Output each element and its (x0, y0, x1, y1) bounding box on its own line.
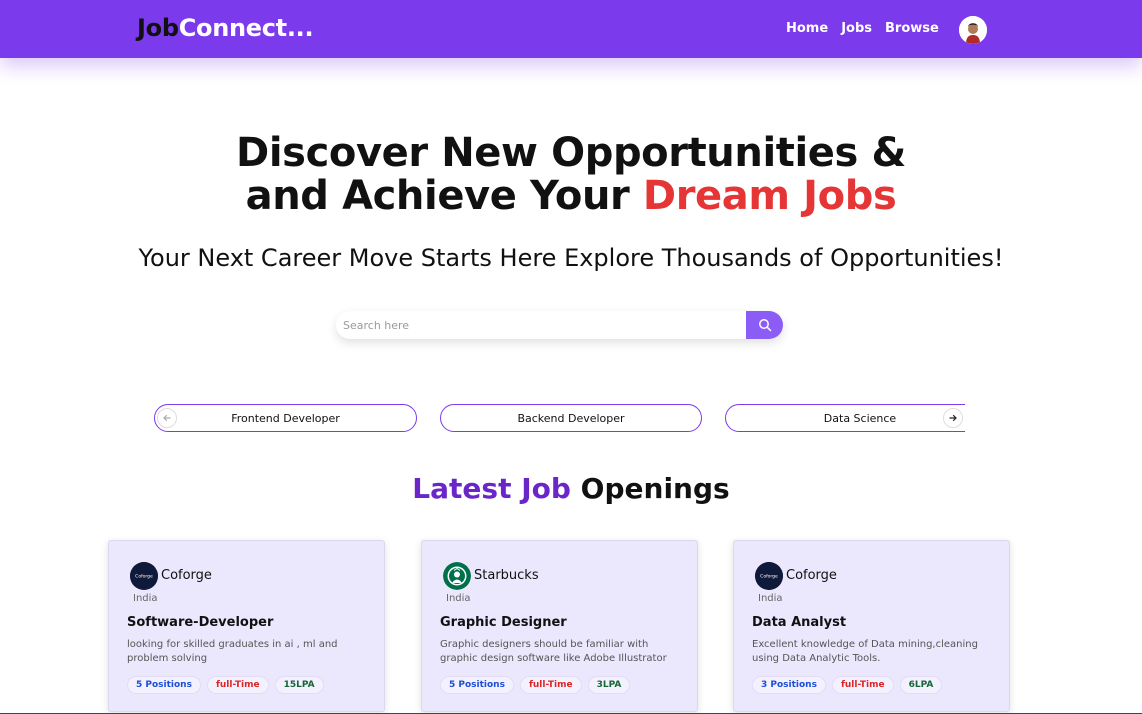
hero-title: Discover New Opportunities & and Achieve… (0, 132, 1142, 218)
job-title: Software-Developer (127, 615, 274, 630)
hero-title-accent: Dream Jobs (642, 173, 897, 219)
arrow-left-icon (163, 414, 171, 422)
company-logo: Coforge (755, 562, 783, 590)
coforge-logo-icon: Coforge (755, 562, 783, 590)
section-title-job: Job (521, 472, 571, 505)
logo-part-connect: Connect... (178, 14, 314, 42)
nav-browse-link[interactable]: Browse (885, 21, 939, 36)
job-badges: 5 Positions full-Time 3LPA (440, 676, 631, 694)
job-description: Excellent knowledge of Data mining,clean… (752, 639, 978, 664)
nav-home-link[interactable]: Home (786, 21, 828, 36)
job-type-badge: full-Time (519, 676, 582, 694)
positions-badge: 5 Positions (440, 676, 514, 694)
carousel-next-button[interactable] (943, 408, 963, 428)
company-logo: Coforge (130, 562, 158, 590)
carousel-edge (965, 398, 995, 438)
section-title-latest: Latest (412, 472, 522, 505)
job-type-badge: full-Time (206, 676, 269, 694)
arrow-right-icon (949, 414, 957, 422)
job-description: Graphic designers should be familiar wit… (440, 639, 667, 664)
coforge-logo-text: Coforge (135, 574, 153, 580)
company-name: Coforge (161, 568, 212, 583)
job-badges: 5 Positions full-Time 15LPA (127, 676, 324, 694)
job-location: India (758, 593, 783, 604)
section-title: Latest Job Openings (0, 472, 1142, 505)
job-location: India (446, 593, 471, 604)
search-bar (336, 311, 783, 339)
positions-badge: 3 Positions (752, 676, 826, 694)
company-logo (443, 562, 471, 590)
navbar: JobConnect... Home Jobs Browse (0, 0, 1142, 58)
job-card[interactable]: Coforge Coforge India Software-Developer… (108, 540, 385, 712)
search-icon (758, 319, 771, 332)
salary-badge: 6LPA (899, 676, 943, 694)
job-card[interactable]: Coforge Coforge India Data Analyst Excel… (733, 540, 1010, 712)
search-button[interactable] (746, 311, 783, 339)
section-title-openings: Openings (570, 472, 730, 505)
positions-badge: 5 Positions (127, 676, 201, 694)
company-name: Starbucks (474, 568, 539, 583)
category-chip-frontend[interactable]: Frontend Developer (154, 404, 417, 432)
search-input[interactable] (336, 311, 746, 339)
job-type-badge: full-Time (831, 676, 894, 694)
job-title: Data Analyst (752, 615, 847, 630)
nav-links: Home Jobs Browse (786, 21, 939, 36)
logo-part-job: Job (137, 14, 179, 42)
hero-title-line1: Discover New Opportunities & (236, 130, 906, 176)
coforge-logo-text: Coforge (760, 574, 778, 580)
salary-badge: 3LPA (587, 676, 631, 694)
category-chip-backend[interactable]: Backend Developer (440, 404, 702, 432)
starbucks-logo-icon (443, 562, 471, 590)
company-name: Coforge (786, 568, 837, 583)
salary-badge: 15LPA (274, 676, 324, 694)
job-badges: 3 Positions full-Time 6LPA (752, 676, 943, 694)
job-location: India (133, 593, 158, 604)
job-card[interactable]: Starbucks India Graphic Designer Graphic… (421, 540, 698, 712)
job-title: Graphic Designer (440, 615, 567, 630)
user-avatar[interactable] (959, 16, 987, 44)
coforge-logo-icon: Coforge (130, 562, 158, 590)
nav-jobs-link[interactable]: Jobs (841, 21, 872, 36)
carousel-prev-button[interactable] (157, 408, 177, 428)
hero-title-line2-plain: and Achieve Your (245, 173, 643, 219)
user-avatar-icon (959, 16, 987, 44)
hero-title-line2: and Achieve Your Dream Jobs (0, 175, 1142, 218)
brand-logo[interactable]: JobConnect... (137, 14, 314, 42)
job-description: looking for skilled graduates in ai , ml… (127, 639, 338, 664)
hero-subtitle: Your Next Career Move Starts Here Explor… (138, 244, 1004, 272)
